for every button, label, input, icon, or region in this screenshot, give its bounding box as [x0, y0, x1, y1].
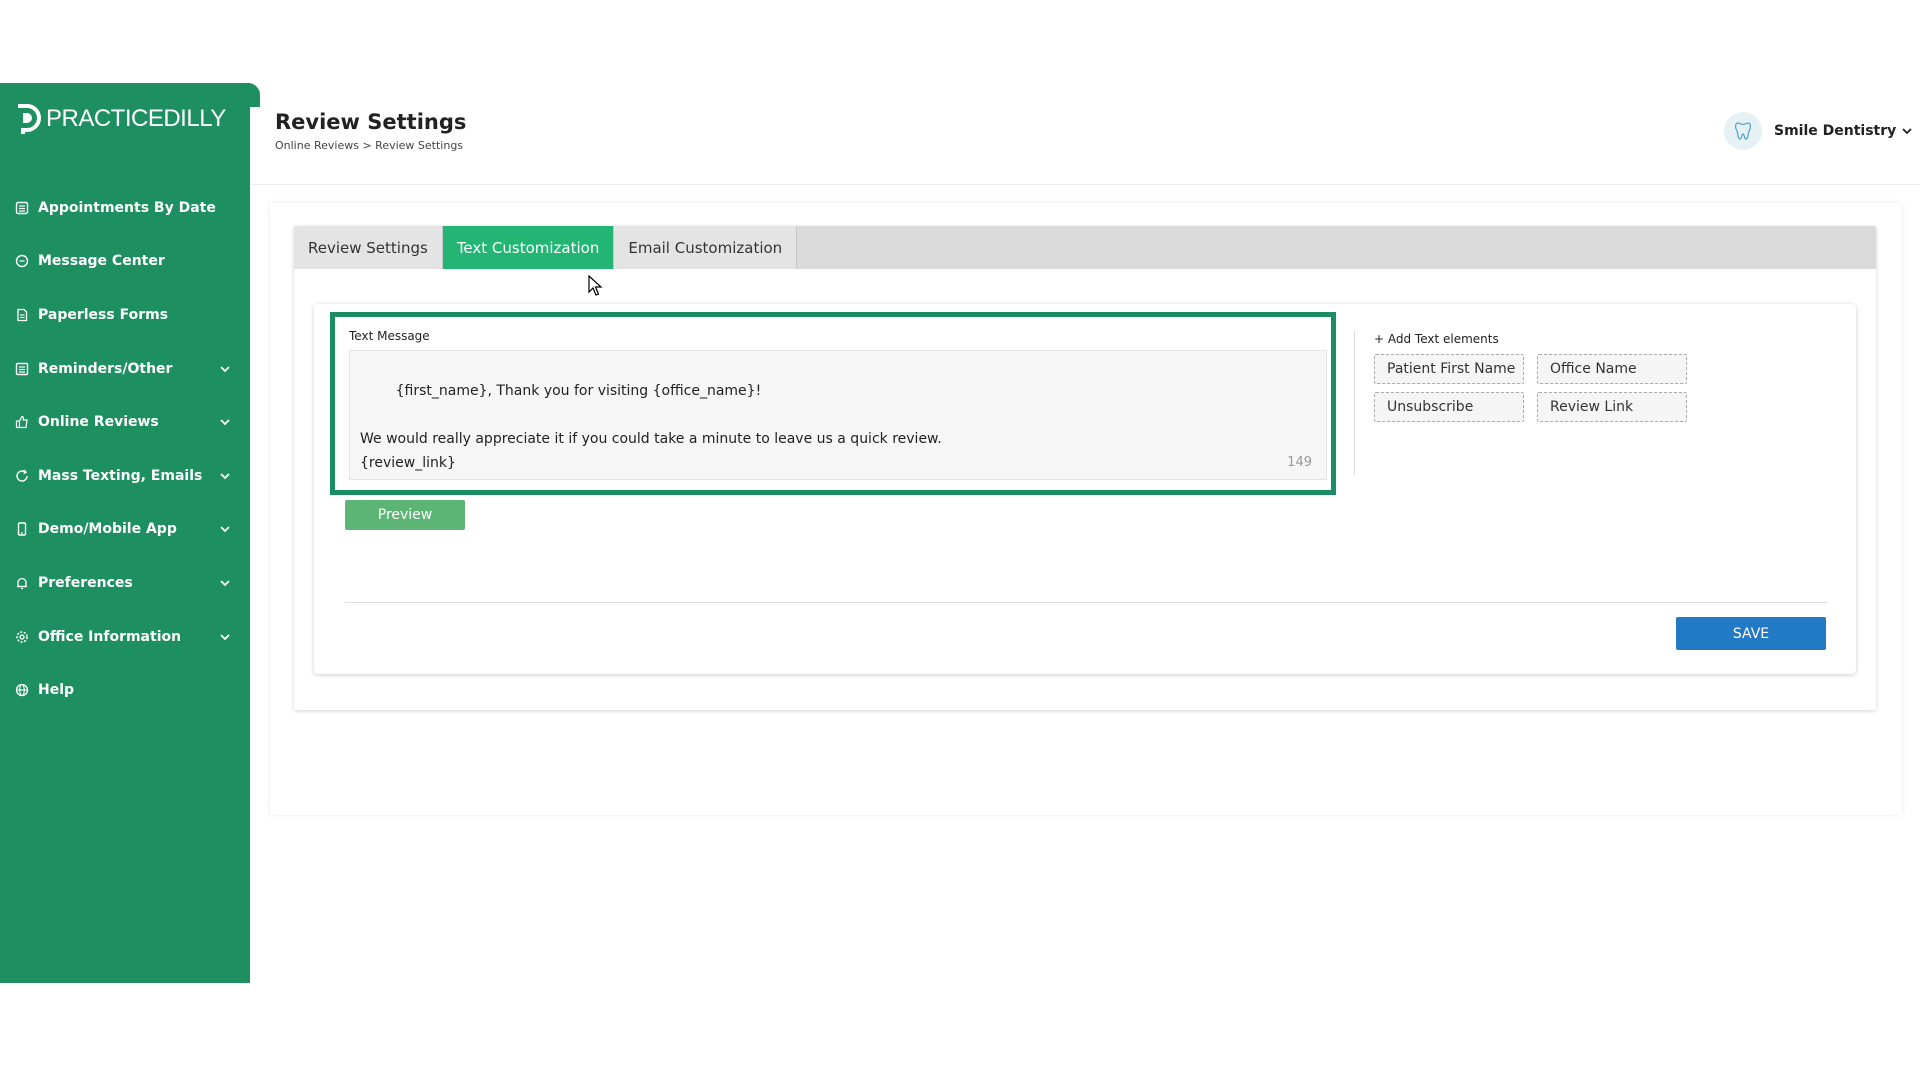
sidebar-item-mass-texting-emails[interactable]: Mass Texting, Emails [0, 449, 250, 503]
sidebar-item-demo-mobile-app[interactable]: Demo/Mobile App [0, 503, 250, 557]
sidebar-nav: Appointments By Date Message Center Pape… [0, 181, 250, 717]
sidebar: PRACTICEDILLY Appointments By Date Messa… [0, 83, 260, 983]
sidebar-item-label: Demo/Mobile App [38, 521, 177, 538]
vertical-divider [1354, 330, 1355, 475]
save-button[interactable]: SAVE [1676, 617, 1826, 650]
text-message-highlight: Text Message {first_name}, Thank you for… [330, 312, 1336, 495]
sidebar-item-label: Preferences [38, 574, 133, 591]
breadcrumb[interactable]: Online Reviews > Review Settings [275, 139, 463, 152]
sidebar-item-label: Paperless Forms [38, 306, 169, 323]
sidebar-item-label: Office Information [38, 628, 182, 645]
logo-text: PRACTICEDILLY [46, 105, 226, 132]
header-divider [250, 184, 1920, 185]
bell-icon [14, 575, 30, 591]
chip-unsubscribe[interactable]: Unsubscribe [1374, 392, 1524, 422]
sidebar-item-label: Reminders/Other [38, 360, 173, 377]
tab-email-customization[interactable]: Email Customization [614, 226, 798, 269]
page-title: Review Settings [275, 110, 467, 134]
tab-panel: Review Settings Text Customization Email… [294, 226, 1876, 710]
chevron-down-icon [1902, 128, 1912, 135]
text-message-value: {first_name}, Thank you for visiting {of… [360, 383, 942, 471]
chat-icon [14, 253, 30, 269]
user-name: Smile Dentistry [1774, 123, 1897, 139]
text-message-textarea[interactable]: {first_name}, Thank you for visiting {of… [349, 350, 1327, 480]
text-customization-card: Text Message {first_name}, Thank you for… [314, 304, 1856, 674]
tooth-icon [1735, 122, 1751, 140]
document-icon [14, 307, 30, 323]
add-text-elements-label: + Add Text elements [1374, 332, 1499, 346]
chevron-down-icon [220, 473, 230, 480]
sidebar-item-label: Message Center [38, 253, 165, 270]
sidebar-item-label: Appointments By Date [38, 199, 216, 216]
chip-office-name[interactable]: Office Name [1537, 354, 1687, 384]
sidebar-item-online-reviews[interactable]: Online Reviews [0, 395, 250, 449]
gear-icon [14, 629, 30, 645]
calendar-icon [14, 200, 30, 216]
chip-review-link[interactable]: Review Link [1537, 392, 1687, 422]
horizontal-divider [345, 602, 1827, 603]
sidebar-item-message-center[interactable]: Message Center [0, 235, 250, 289]
sidebar-item-paperless-forms[interactable]: Paperless Forms [0, 288, 250, 342]
mouse-cursor-icon [588, 275, 603, 296]
tab-review-settings[interactable]: Review Settings [294, 226, 443, 269]
sidebar-item-appointments-by-date[interactable]: Appointments By Date [0, 181, 250, 235]
sidebar-item-preferences[interactable]: Preferences [0, 556, 250, 610]
refresh-icon [14, 468, 30, 484]
logo[interactable]: PRACTICEDILLY [14, 101, 226, 137]
tab-bar: Review Settings Text Customization Email… [294, 226, 1876, 269]
mobile-icon [14, 521, 30, 537]
preview-button[interactable]: Preview [345, 500, 465, 530]
avatar [1724, 112, 1762, 150]
list-icon [14, 361, 30, 377]
thumbs-up-icon [14, 414, 30, 430]
character-count: 149 [1287, 455, 1312, 470]
sidebar-item-office-information[interactable]: Office Information [0, 610, 250, 664]
chip-patient-first-name[interactable]: Patient First Name [1374, 354, 1524, 384]
sidebar-item-label: Online Reviews [38, 414, 159, 431]
sidebar-item-help[interactable]: Help [0, 663, 250, 717]
chevron-down-icon [220, 633, 230, 640]
chevron-down-icon [220, 526, 230, 533]
text-message-label: Text Message [349, 329, 430, 343]
tab-text-customization[interactable]: Text Customization [442, 226, 615, 269]
user-menu[interactable]: Smile Dentistry [1724, 112, 1914, 150]
logo-mark-icon [18, 104, 41, 134]
globe-icon [14, 682, 30, 698]
sidebar-item-reminders-other[interactable]: Reminders/Other [0, 342, 250, 396]
sidebar-item-label: Help [38, 682, 75, 699]
chevron-down-icon [220, 365, 230, 372]
chevron-down-icon [220, 580, 230, 587]
chevron-down-icon [220, 419, 230, 426]
sidebar-item-label: Mass Texting, Emails [38, 467, 203, 484]
sidebar-notch [248, 83, 260, 107]
